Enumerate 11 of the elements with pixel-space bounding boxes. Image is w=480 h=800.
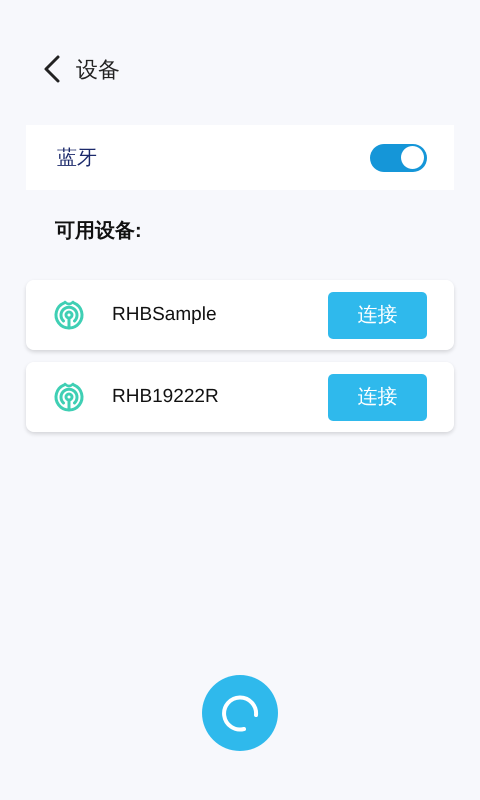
back-icon[interactable] [42, 54, 62, 84]
bluetooth-label: 蓝牙 [57, 146, 97, 170]
connect-button[interactable]: 连接 [328, 292, 427, 338]
device-name: RHB19222R [112, 384, 220, 409]
device-name: RHBSample [112, 302, 218, 327]
signal-icon [53, 299, 85, 331]
bluetooth-toggle[interactable] [370, 144, 427, 172]
section-title: 可用设备: [55, 219, 142, 244]
signal-icon [53, 381, 85, 413]
page-title: 设备 [76, 56, 120, 84]
connect-button[interactable]: 连接 [328, 374, 427, 420]
